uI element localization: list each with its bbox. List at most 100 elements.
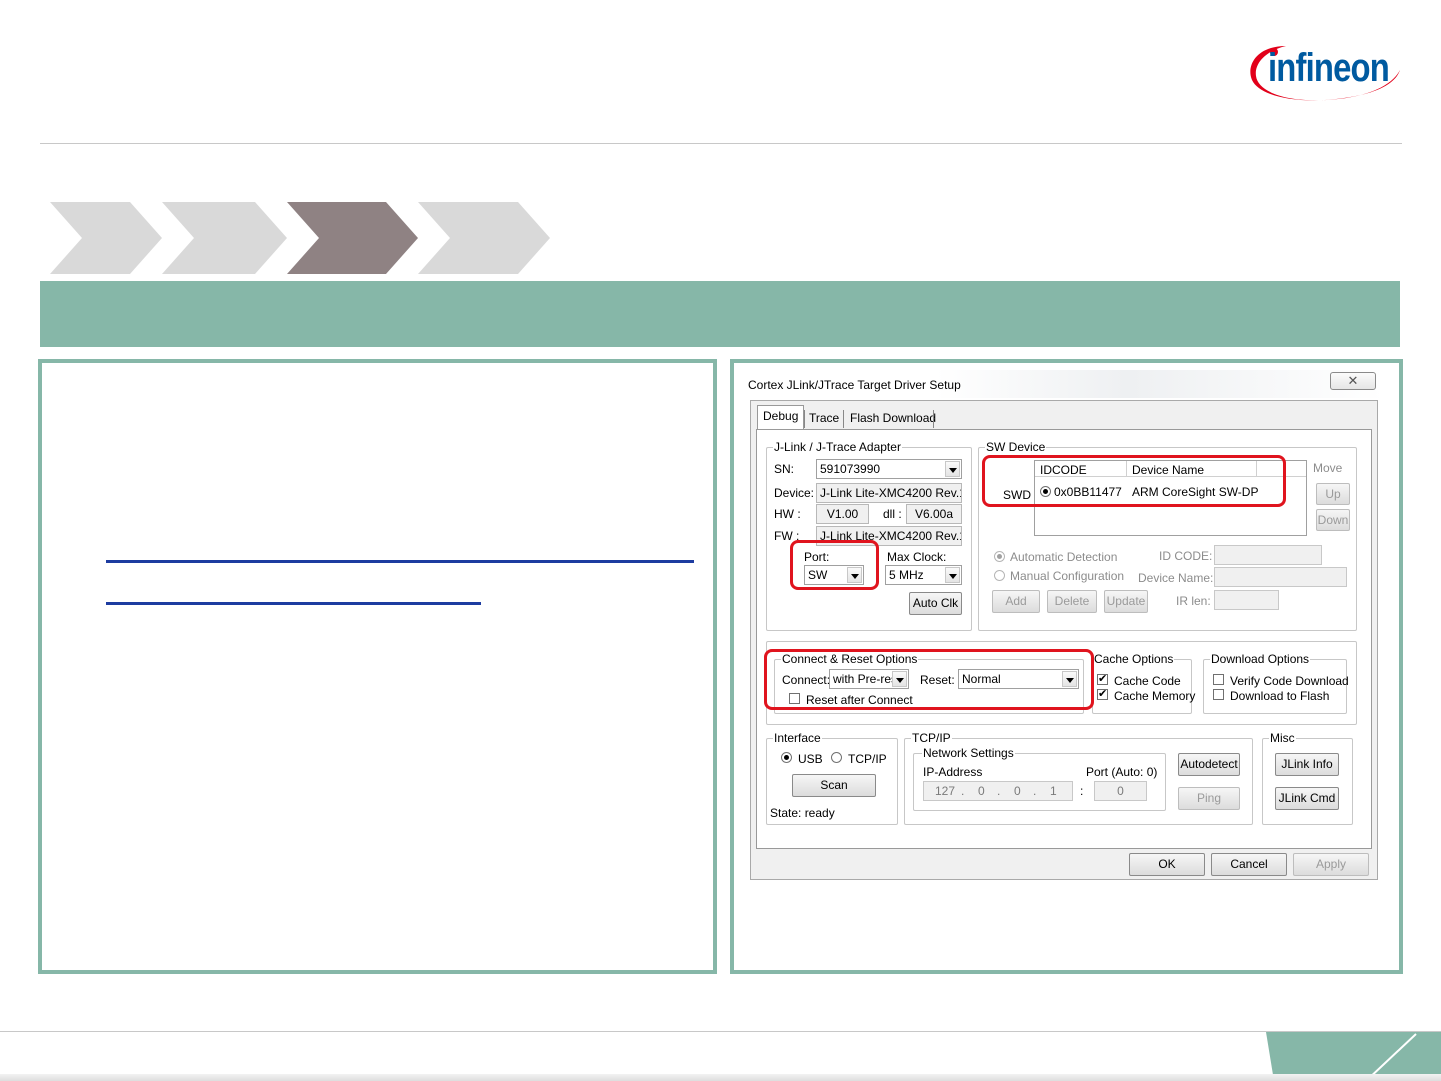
misc-group: Misc JLink Info JLink Cmd bbox=[1262, 731, 1353, 825]
download-options-group: Download Options Verify Code Download Do… bbox=[1203, 652, 1349, 714]
device-label: Device: bbox=[774, 486, 815, 500]
tab-separator bbox=[843, 410, 844, 428]
chevron-step-3 bbox=[287, 202, 418, 274]
device-name-input[interactable] bbox=[1214, 567, 1347, 587]
device-name-label: Device Name: bbox=[1138, 571, 1214, 585]
process-chevrons bbox=[50, 202, 550, 274]
tab-flash-download[interactable]: Flash Download bbox=[845, 408, 941, 430]
ip-address-label: IP-Address bbox=[923, 765, 983, 779]
port-combo[interactable]: SW bbox=[804, 565, 864, 585]
apply-button[interactable]: Apply bbox=[1293, 853, 1369, 876]
sw-device-legend: SW Device bbox=[985, 440, 1047, 454]
jlink-cmd-button[interactable]: JLink Cmd bbox=[1275, 787, 1339, 810]
row-idcode: 0x0BB11477 bbox=[1054, 485, 1122, 499]
tab-trace[interactable]: Trace bbox=[804, 408, 844, 430]
device-field: J-Link Lite-XMC4200 Rev.1 bbox=[816, 483, 962, 503]
ip-address-input[interactable]: 127 . 0 . 0 . 1 bbox=[923, 781, 1073, 801]
cache-options-legend: Cache Options bbox=[1093, 652, 1175, 666]
add-button[interactable]: Add bbox=[992, 590, 1040, 613]
sn-combo[interactable]: 591073990 bbox=[816, 459, 962, 479]
move-up-button[interactable]: Up bbox=[1316, 483, 1350, 505]
max-clock-combo[interactable]: 5 MHz bbox=[885, 565, 962, 585]
interface-legend: Interface bbox=[773, 731, 822, 745]
ping-button[interactable]: Ping bbox=[1178, 787, 1240, 810]
tcp-port-input[interactable]: 0 bbox=[1094, 781, 1147, 801]
misc-legend: Misc bbox=[1269, 731, 1296, 745]
id-code-input[interactable] bbox=[1214, 545, 1322, 565]
cancel-button[interactable]: Cancel bbox=[1211, 853, 1287, 876]
footer-shade bbox=[0, 1074, 1441, 1081]
chevron-step-1 bbox=[50, 202, 162, 274]
dll-field: V6.00a bbox=[906, 504, 962, 524]
usb-radio[interactable] bbox=[781, 752, 792, 763]
close-button[interactable]: ✕ bbox=[1330, 372, 1376, 390]
column-divider bbox=[1126, 461, 1127, 477]
network-settings-group: Network Settings IP-Address 127 . 0 . 0 … bbox=[913, 746, 1166, 811]
dialog-body: Debug Trace Flash Download J-Link / J-Tr… bbox=[750, 400, 1378, 880]
reset-label: Reset: bbox=[920, 673, 955, 687]
automatic-detection-radio[interactable] bbox=[994, 551, 1005, 562]
autodetect-button[interactable]: Autodetect bbox=[1178, 753, 1240, 776]
link-underline-2[interactable] bbox=[106, 602, 481, 605]
update-button[interactable]: Update bbox=[1104, 590, 1148, 613]
ok-button[interactable]: OK bbox=[1129, 853, 1205, 876]
column-header-idcode[interactable]: IDCODE bbox=[1040, 463, 1087, 477]
ir-len-input[interactable] bbox=[1214, 590, 1279, 610]
state-label: State: ready bbox=[770, 806, 835, 820]
left-content-panel bbox=[38, 359, 717, 974]
chevron-step-4 bbox=[418, 202, 550, 274]
connect-reset-group: Connect & Reset Options Connect: with Pr… bbox=[774, 652, 1084, 714]
scan-button[interactable]: Scan bbox=[792, 774, 876, 797]
reset-after-connect-label: Reset after Connect bbox=[806, 693, 913, 707]
cache-options-group: Cache Options Cache Code Cache Memory bbox=[1092, 652, 1195, 714]
ip-octet-1: 127 bbox=[935, 784, 956, 798]
chevron-down-icon[interactable] bbox=[847, 567, 862, 583]
tcpip-radio[interactable] bbox=[831, 752, 842, 763]
row-device-name: ARM CoreSight SW-DP bbox=[1132, 485, 1259, 499]
fw-label: FW : bbox=[774, 529, 800, 543]
column-divider bbox=[1256, 461, 1257, 477]
link-underline-1[interactable] bbox=[106, 560, 694, 563]
cache-memory-checkbox[interactable] bbox=[1097, 687, 1108, 701]
header-divider bbox=[40, 143, 1402, 144]
sn-value: 591073990 bbox=[820, 462, 881, 476]
reset-value: Normal bbox=[962, 672, 1001, 686]
max-clock-value: 5 MHz bbox=[889, 568, 924, 582]
device-select-radio[interactable] bbox=[1040, 486, 1051, 497]
download-options-legend: Download Options bbox=[1210, 652, 1311, 666]
jlink-adapter-group: J-Link / J-Trace Adapter SN: 591073990 D… bbox=[766, 440, 972, 631]
target-driver-setup-dialog: Cortex JLink/JTrace Target Driver Setup … bbox=[744, 370, 1384, 888]
manual-configuration-label: Manual Configuration bbox=[1010, 569, 1125, 583]
tab-separator bbox=[933, 410, 934, 428]
connect-reset-legend: Connect & Reset Options bbox=[781, 652, 919, 666]
tab-debug[interactable]: Debug bbox=[757, 405, 805, 429]
chevron-down-icon[interactable] bbox=[945, 461, 960, 477]
manual-configuration-radio[interactable] bbox=[994, 570, 1005, 581]
port-label: Port: bbox=[804, 550, 830, 564]
download-to-flash-label: Download to Flash bbox=[1230, 689, 1330, 703]
connect-combo[interactable]: with Pre-rese bbox=[829, 669, 909, 689]
jlink-info-button[interactable]: JLink Info bbox=[1275, 753, 1339, 776]
auto-clk-button[interactable]: Auto Clk bbox=[909, 592, 962, 615]
footer-divider bbox=[0, 1031, 1441, 1032]
max-clock-label: Max Clock: bbox=[887, 550, 947, 564]
tcpip-group: TCP/IP Network Settings IP-Address 127 .… bbox=[904, 731, 1253, 825]
chevron-down-icon[interactable] bbox=[892, 671, 907, 687]
delete-button[interactable]: Delete bbox=[1047, 590, 1097, 613]
id-code-label: ID CODE: bbox=[1159, 549, 1213, 563]
sw-device-list[interactable]: IDCODE Device Name 0x0BB11477 ARM CoreSi… bbox=[1034, 460, 1307, 536]
cache-code-checkbox[interactable] bbox=[1097, 672, 1108, 686]
ip-dot: . bbox=[961, 784, 965, 798]
chevron-down-icon[interactable] bbox=[1062, 671, 1077, 687]
ip-dot: . bbox=[1033, 784, 1037, 798]
column-header-device-name[interactable]: Device Name bbox=[1132, 463, 1204, 477]
section-banner bbox=[40, 281, 1400, 347]
verify-code-download-checkbox[interactable] bbox=[1213, 674, 1224, 685]
fw-field: J-Link Lite-XMC4200 Rev.1 c bbox=[816, 526, 962, 546]
chevron-down-icon[interactable] bbox=[945, 567, 960, 583]
move-down-button[interactable]: Down bbox=[1316, 509, 1350, 531]
reset-combo[interactable]: Normal bbox=[958, 669, 1079, 689]
download-to-flash-checkbox[interactable] bbox=[1213, 689, 1224, 700]
sn-label: SN: bbox=[774, 462, 795, 476]
reset-after-connect-checkbox[interactable] bbox=[789, 693, 800, 704]
